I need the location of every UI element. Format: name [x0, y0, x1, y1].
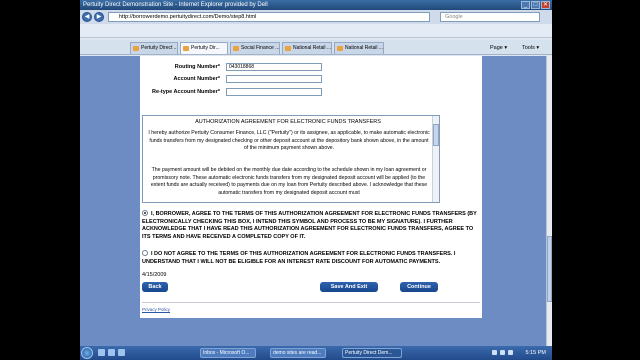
agreement-date: 4/15/2009: [142, 272, 167, 278]
window-title: Pertuity Direct Demonstration Site - Int…: [83, 2, 268, 8]
maximize-button[interactable]: □: [531, 1, 540, 9]
taskbar-item-label: Pertuity Direct Dem...: [345, 350, 393, 356]
quicklaunch-icon[interactable]: [118, 349, 125, 356]
close-button[interactable]: ✕: [541, 1, 550, 9]
search-input[interactable]: Google: [440, 12, 540, 22]
page-icon: [233, 46, 239, 51]
disagree-option[interactable]: I DO NOT AGREE TO THE TERMS OF THIS AUTH…: [142, 250, 480, 266]
search-placeholder: Google: [445, 14, 463, 20]
agreement-scroll-thumb[interactable]: [433, 124, 439, 146]
routing-number-field[interactable]: 043018868: [226, 63, 322, 71]
url-text: http://borrowerdemo.pertuitydirect.com/D…: [119, 14, 257, 20]
page-menu-button[interactable]: Page ▾: [490, 43, 507, 53]
disagree-radio[interactable]: [142, 250, 148, 256]
tab-label: Pertuity Direct ...: [141, 45, 178, 51]
routing-label: Routing Number*: [174, 64, 220, 70]
back-button[interactable]: Back: [142, 282, 168, 292]
tray-icon[interactable]: [492, 350, 497, 355]
page-content: Routing Number* 043018868 Account Number…: [140, 56, 482, 318]
tab-label: National Retail ...: [293, 45, 332, 51]
forward-nav-icon[interactable]: ▶: [94, 12, 104, 22]
start-button[interactable]: [81, 347, 93, 359]
clock: 5:15 PM: [525, 350, 546, 356]
tab-label: National Retail ...: [345, 45, 384, 51]
page-icon: [337, 46, 343, 51]
agree-option[interactable]: I, BORROWER, AGREE TO THE TERMS OF THIS …: [142, 210, 480, 241]
page-scroll-thumb[interactable]: [547, 236, 552, 302]
page-icon: [285, 46, 291, 51]
quicklaunch-icon[interactable]: [98, 349, 105, 356]
taskbar-item-inbox[interactable]: Inbox - Microsoft O...: [200, 348, 256, 358]
taskbar: Inbox - Microsoft O... demo sites are re…: [80, 346, 552, 360]
minimize-button[interactable]: _: [521, 1, 530, 9]
page-icon: [183, 46, 189, 51]
address-row: ◀ ▶ http://borrowerdemo.pertuitydirect.c…: [80, 10, 552, 24]
agreement-paragraph-1: I hereby authorize Pertuity Consumer Fin…: [148, 130, 430, 151]
tab-label: Social Finance ...: [241, 45, 280, 51]
tab-row: Pertuity Direct ... Pertuity Dir... Soci…: [80, 40, 552, 55]
quicklaunch-icon[interactable]: [108, 349, 115, 356]
page-icon: [133, 46, 139, 51]
save-and-exit-button[interactable]: Save And Exit: [320, 282, 378, 292]
taskbar-item-demo-sites[interactable]: demo sites are read...: [270, 348, 326, 358]
agreement-paragraph-2: The payment amount will be debited on th…: [150, 167, 428, 196]
tray-icon[interactable]: [500, 350, 505, 355]
back-nav-icon[interactable]: ◀: [82, 12, 92, 22]
window-controls: _ □ ✕: [521, 1, 550, 9]
account-number-field[interactable]: [226, 75, 322, 83]
routing-row: Routing Number* 043018868: [140, 62, 482, 72]
privacy-policy-link[interactable]: Privacy Policy: [142, 307, 170, 312]
retype-account-field[interactable]: [226, 88, 322, 96]
agreement-scrollbar[interactable]: [432, 116, 439, 202]
tab-5[interactable]: National Retail ...: [334, 42, 384, 54]
tab-1[interactable]: Pertuity Direct ...: [130, 42, 178, 54]
tools-menu-button[interactable]: Tools ▾: [522, 43, 539, 53]
agree-radio[interactable]: [142, 210, 148, 216]
account-label: Account Number*: [173, 76, 220, 82]
tab-3[interactable]: Social Finance ...: [230, 42, 280, 54]
taskbar-item-label: demo sites are read...: [273, 350, 322, 356]
screen: Pertuity Direct Demonstration Site - Int…: [80, 0, 552, 360]
page-viewport: Routing Number* 043018868 Account Number…: [80, 56, 546, 346]
tab-4[interactable]: National Retail ...: [282, 42, 332, 54]
agreement-textbox[interactable]: AUTHORIZATION AGREEMENT FOR ELECTRONIC F…: [142, 115, 440, 203]
taskbar-item-label: Inbox - Microsoft O...: [203, 350, 250, 356]
tab-2[interactable]: Pertuity Dir...: [180, 42, 228, 54]
tray-icon[interactable]: [508, 350, 513, 355]
agreement-title: AUTHORIZATION AGREEMENT FOR ELECTRONIC F…: [195, 119, 381, 125]
disagree-text: I DO NOT AGREE TO THE TERMS OF THIS AUTH…: [142, 251, 456, 265]
agree-text: I, BORROWER, AGREE TO THE TERMS OF THIS …: [142, 211, 477, 240]
taskbar-item-pertuity[interactable]: Pertuity Direct Dem...: [342, 348, 402, 358]
page-scrollbar[interactable]: [546, 56, 552, 346]
window-titlebar: Pertuity Direct Demonstration Site - Int…: [80, 0, 552, 10]
retype-label: Re-type Account Number*: [152, 89, 220, 95]
continue-button[interactable]: Continue: [400, 282, 438, 292]
account-row: Account Number*: [140, 74, 482, 84]
address-bar[interactable]: http://borrowerdemo.pertuitydirect.com/D…: [108, 12, 430, 22]
retype-row: Re-type Account Number*: [140, 87, 482, 97]
favorites-bar: [80, 24, 552, 38]
tab-label: Pertuity Dir...: [191, 45, 220, 51]
divider: [142, 302, 480, 303]
